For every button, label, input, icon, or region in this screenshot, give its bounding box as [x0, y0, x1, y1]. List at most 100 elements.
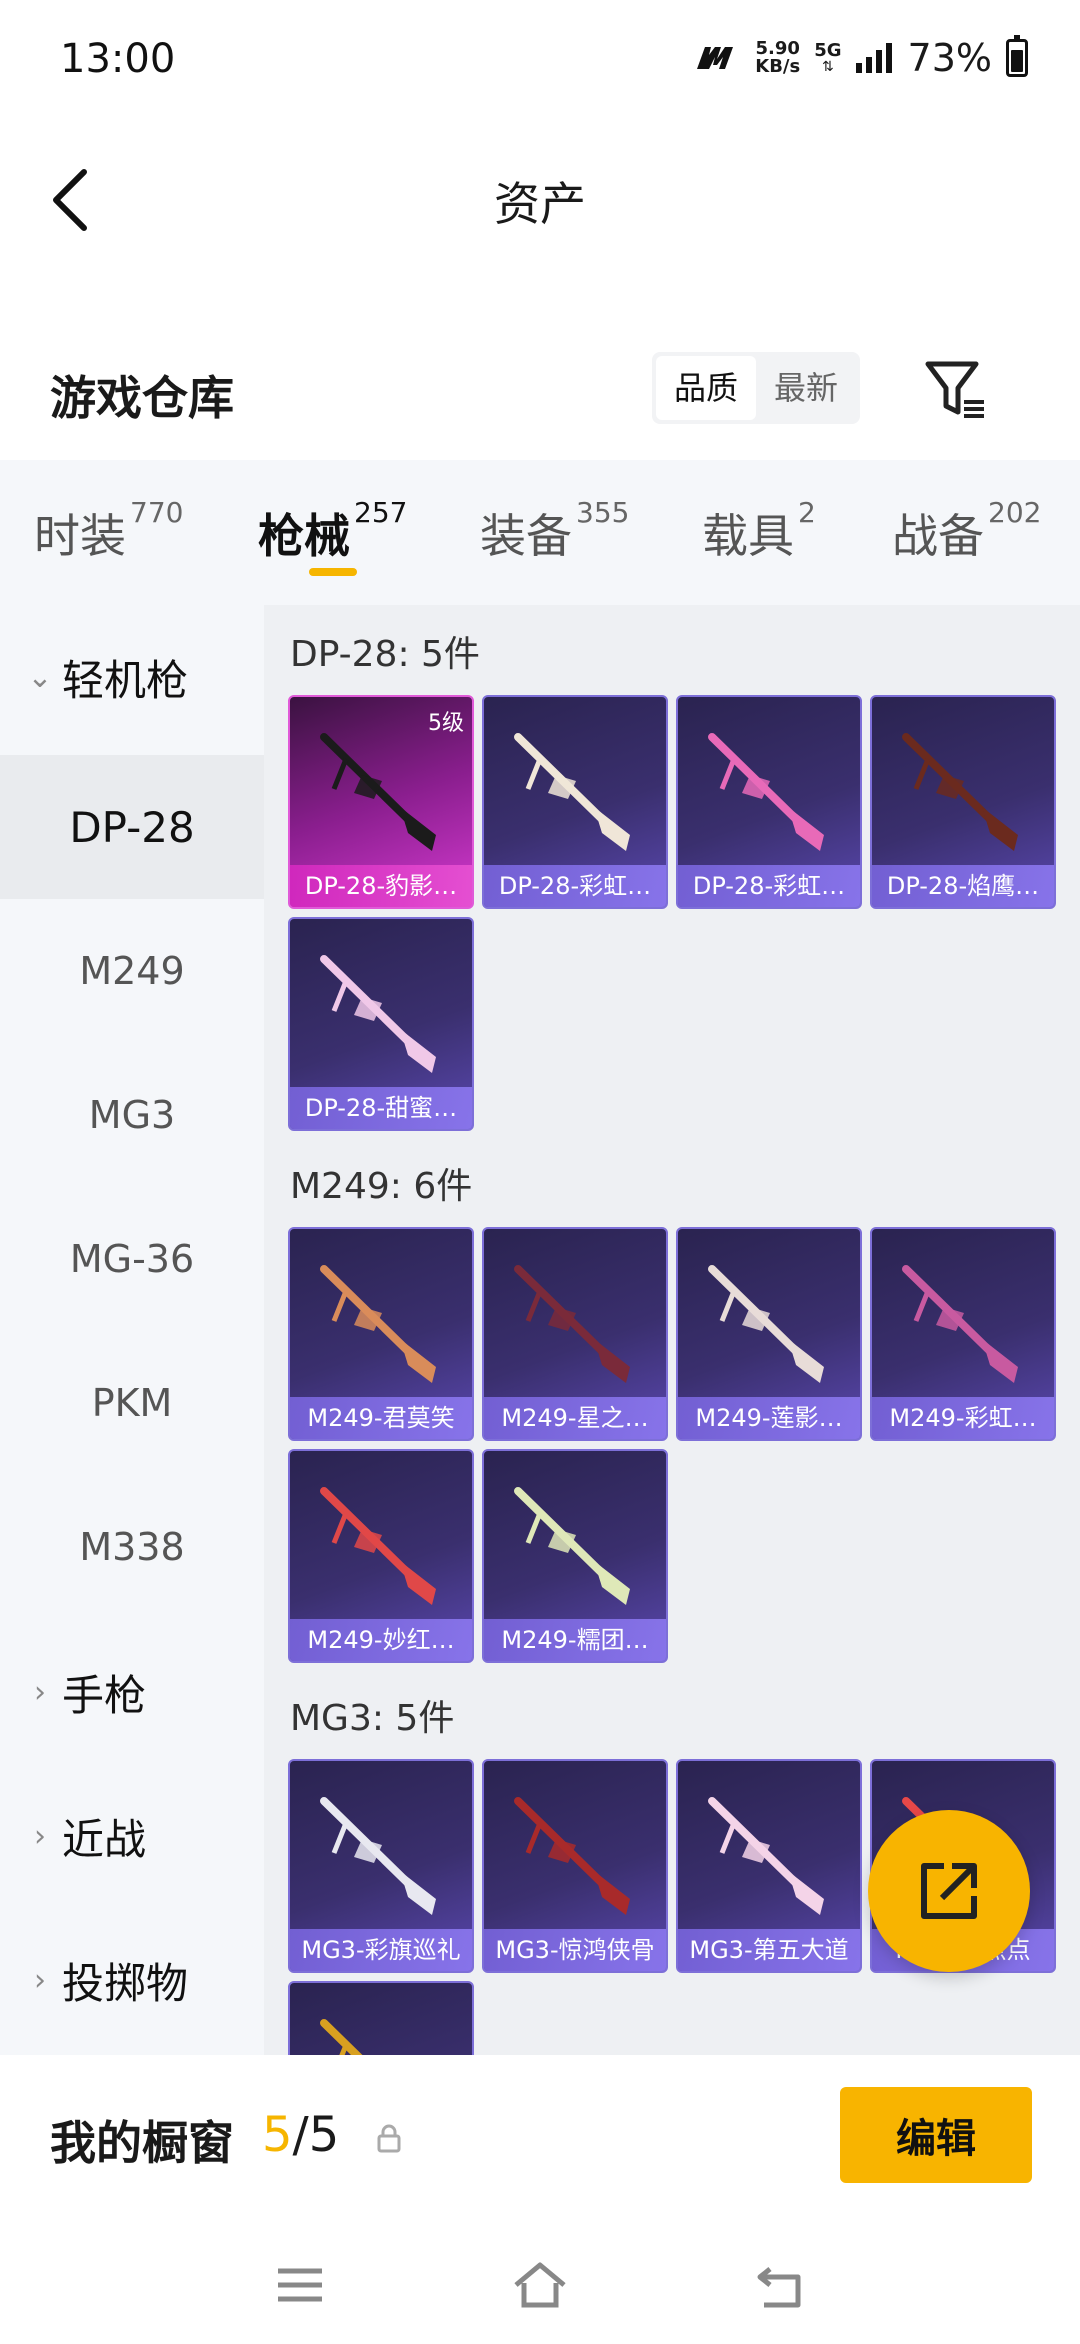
warehouse-header: 游戏仓库 品质 最新 [0, 340, 1080, 460]
item-label: DP-28-彩虹… [678, 865, 860, 907]
item-label: M249-彩虹… [872, 1397, 1054, 1439]
item-label: DP-28-豹影… [290, 865, 472, 907]
item-label: M249-莲影… [678, 1397, 860, 1439]
weapon-image [320, 1487, 436, 1605]
showcase-count-current: 5 [262, 2107, 293, 2163]
sidebar-item-pkm[interactable]: PKM [0, 1331, 264, 1475]
page-title: 资产 [494, 177, 586, 231]
item-card[interactable]: DP-28-彩虹… [482, 695, 668, 909]
sort-toggle: 品质 最新 [652, 352, 861, 424]
item-label: DP-28-彩虹… [484, 865, 666, 907]
item-card[interactable]: DP-28-甜蜜… [288, 917, 474, 1131]
battery-icon [1006, 35, 1028, 77]
item-label: M249-糯团… [484, 1619, 666, 1661]
item-card[interactable]: M249-莲影… [676, 1227, 862, 1441]
item-card[interactable]: MG3-惊鸿侠骨 [482, 1759, 668, 1973]
signal-icon [855, 43, 892, 73]
tab-label: 装备 [480, 509, 572, 563]
weapon-image [902, 1265, 1018, 1383]
tab-vehicles[interactable]: 载具 2 [702, 496, 816, 566]
weapon-image [320, 1797, 436, 1915]
sidebar-item-dp28[interactable]: DP-28 [0, 755, 264, 899]
sort-option-latest[interactable]: 最新 [756, 356, 856, 420]
section-title: DP-28: 5件 [290, 634, 480, 675]
status-time: 13:00 [60, 36, 176, 82]
item-card[interactable]: 5级 DP-28-豹影… [288, 695, 474, 909]
item-card[interactable]: M249-彩虹… [870, 1227, 1056, 1441]
active-tab-indicator [309, 568, 357, 576]
sidebar-item-m249[interactable]: M249 [0, 899, 264, 1043]
lock-icon [377, 2124, 401, 2153]
item-label: MG3-惊鸿侠骨 [484, 1929, 666, 1971]
sidebar-group-throwable[interactable]: › 投掷物 [0, 1908, 264, 2052]
sidebar-item-mg3[interactable]: MG3 [0, 1043, 264, 1187]
weapon-image [708, 733, 824, 851]
tab-label: 载具 [702, 509, 794, 563]
back-nav-icon[interactable] [752, 2255, 812, 2315]
item-label: DP-28-甜蜜… [290, 1087, 472, 1129]
item-card[interactable]: M249-糯团… [482, 1449, 668, 1663]
status-right: 5.90 KB/s 5G ⇅ 73% [695, 35, 1028, 80]
m-logo-icon [697, 47, 734, 69]
weapon-image [514, 1265, 630, 1383]
tab-count: 257 [354, 496, 408, 529]
tab-label: 时装 [34, 509, 126, 563]
filter-icon[interactable] [922, 356, 988, 422]
tab-supplies[interactable]: 战备 202 [892, 496, 1041, 566]
net-speed-unit: KB/s [755, 56, 801, 77]
chevron-right-icon: › [34, 1962, 46, 1998]
chevron-right-icon: › [34, 1818, 46, 1854]
item-card[interactable] [288, 1981, 474, 2055]
category-tabs: 时装 770 枪械 257 装备 355 载具 2 战备 202 [0, 460, 1080, 605]
tab-count: 355 [576, 496, 630, 529]
home-icon[interactable] [510, 2255, 570, 2315]
weapon-image [320, 2019, 363, 2055]
item-label: MG3-彩旗巡礼 [290, 1929, 472, 1971]
item-label: M249-君莫笑 [290, 1397, 472, 1439]
chevron-down-icon: ⌄ [27, 659, 53, 695]
share-fab[interactable] [868, 1810, 1030, 1972]
weapon-image [514, 1487, 630, 1605]
item-card[interactable]: MG3-第五大道 [676, 1759, 862, 1973]
showcase-bar: 我的橱窗 5/5 编辑 [0, 2055, 1080, 2225]
weapon-image [708, 1797, 824, 1915]
sidebar-group-label: 投掷物 [62, 1958, 189, 2008]
item-card[interactable]: M249-星之… [482, 1227, 668, 1441]
edit-button[interactable]: 编辑 [840, 2087, 1032, 2183]
sidebar-group-melee[interactable]: › 近战 [0, 1764, 264, 1908]
showcase-count: 5/5 [262, 2107, 339, 2163]
battery-percent: 73% [907, 36, 992, 80]
tab-count: 202 [988, 496, 1042, 529]
chevron-right-icon: › [34, 1674, 46, 1710]
network-indicator: 5G ⇅ [814, 42, 841, 75]
showcase-label: 我的橱窗 [50, 2116, 234, 2170]
tab-equipment[interactable]: 装备 355 [480, 496, 629, 566]
sidebar-group-label: 近战 [62, 1814, 147, 1864]
item-label: DP-28-焰鹰… [872, 865, 1054, 907]
weapon-image [708, 1265, 824, 1383]
showcase-count-sep: / [292, 2107, 309, 2163]
tab-fashion[interactable]: 时装 770 [34, 496, 183, 566]
item-card[interactable]: M249-妙红… [288, 1449, 474, 1663]
tab-guns[interactable]: 枪械 257 [258, 496, 407, 566]
item-card[interactable]: DP-28-彩虹… [676, 695, 862, 909]
showcase-count-total: 5 [308, 2107, 340, 2163]
tab-count: 2 [798, 496, 816, 529]
sidebar-group-pistol[interactable]: › 手枪 [0, 1620, 264, 1764]
sidebar-item-m338[interactable]: M338 [0, 1475, 264, 1619]
weapon-image [320, 1265, 436, 1383]
sidebar-item-mg36[interactable]: MG-36 [0, 1187, 264, 1331]
sort-option-quality[interactable]: 品质 [656, 356, 757, 420]
weapon-image [320, 955, 436, 1073]
sidebar-group-label: 手枪 [62, 1670, 147, 1720]
menu-icon[interactable] [270, 2255, 330, 2315]
tab-count: 770 [130, 496, 184, 529]
item-card[interactable]: MG3-彩旗巡礼 [288, 1759, 474, 1973]
updown-arrows-icon: ⇅ [822, 59, 834, 75]
sidebar-group-lmg[interactable]: ⌄ 轻机枪 [0, 605, 264, 749]
weapon-image [514, 733, 630, 851]
warehouse-title: 游戏仓库 [50, 371, 234, 425]
item-card[interactable]: M249-君莫笑 [288, 1227, 474, 1441]
item-card[interactable]: DP-28-焰鹰… [870, 695, 1056, 909]
sidebar: ⌄ 轻机枪 DP-28 M249 MG3 MG-36 PKM M338 › 手枪… [0, 605, 264, 2055]
